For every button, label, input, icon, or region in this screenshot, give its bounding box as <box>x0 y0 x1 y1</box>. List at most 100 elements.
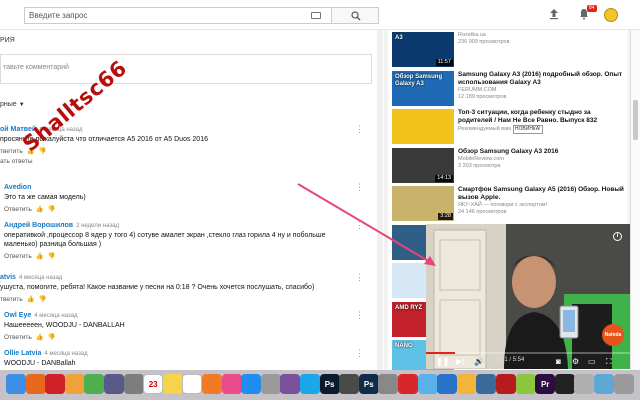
app-d-icon[interactable] <box>437 374 458 394</box>
dock-icon-label: Ps <box>324 379 335 389</box>
reply-button[interactable]: Ответить <box>4 206 32 213</box>
video-thumbnail[interactable] <box>392 109 454 144</box>
search-button[interactable] <box>331 7 379 24</box>
reply-button[interactable]: Ответить <box>4 334 32 341</box>
info-icon[interactable]: i <box>613 232 622 241</box>
comment-time[interactable]: 4 месяца назад <box>19 275 62 281</box>
app-i-icon[interactable] <box>594 374 614 394</box>
thumbs-down-icon[interactable]: 👎 <box>48 253 56 260</box>
viber-icon[interactable] <box>280 374 301 394</box>
ibooks-icon[interactable] <box>202 374 222 394</box>
comment-input[interactable]: тавьте комментарий <box>0 54 372 84</box>
keyboard-icon[interactable] <box>311 12 321 19</box>
mini-player[interactable]: i Nateda ❚❚ ▶| 🔊 0:51 / 5:54 ◙ ⚙ ▭ ⛶ <box>426 224 630 369</box>
creative-cloud-icon[interactable] <box>398 374 418 394</box>
comment-time[interactable]: 4 месяца назад <box>44 351 87 357</box>
settings-icon[interactable] <box>260 374 281 394</box>
app-f-icon[interactable] <box>515 374 536 394</box>
more-icon[interactable]: ⋮ <box>355 124 364 135</box>
recommended-video[interactable]: Обзор Samsung Galaxy A3 Samsung Galaxy A3… <box>392 70 624 107</box>
sketch-icon[interactable] <box>456 374 477 394</box>
comment-author[interactable]: Андрей Ворошилов <box>4 222 73 229</box>
avatar[interactable] <box>604 8 618 22</box>
app-h-icon[interactable] <box>574 374 595 394</box>
theater-icon[interactable]: ▭ <box>588 357 596 366</box>
upload-icon[interactable] <box>548 8 560 20</box>
app-e-icon[interactable] <box>476 374 497 394</box>
video-thumbnail[interactable]: Обзор Samsung Galaxy A3 <box>392 70 454 106</box>
video-duration: 11:57 <box>435 59 453 66</box>
comment-time[interactable]: 2 недели назад <box>76 223 119 229</box>
settings-icon[interactable]: ⚙ <box>572 357 579 366</box>
more-icon[interactable]: ⋮ <box>355 220 364 231</box>
app-b-icon[interactable] <box>123 374 144 394</box>
utility-icon[interactable] <box>378 374 399 394</box>
recommended-video[interactable]: A3 11:57 Rozetka.ua 236 009 просмотров <box>392 32 624 68</box>
comment-time[interactable]: 4 месяца назад <box>34 313 77 319</box>
video-title[interactable]: Топ-3 ситуации, когда ребенку стыдно за … <box>458 109 624 125</box>
chrome-icon[interactable] <box>84 374 105 394</box>
thumbs-down-icon[interactable]: 👎 <box>48 206 56 213</box>
app-c-icon[interactable] <box>339 374 360 394</box>
video-thumbnail[interactable]: 3:28 <box>392 186 454 221</box>
search-input[interactable] <box>25 8 331 23</box>
comment-author[interactable]: Owl Eye <box>4 312 31 319</box>
firefox-icon[interactable] <box>25 374 46 394</box>
pause-icon[interactable]: ❚❚ <box>436 357 449 366</box>
scrollbar-thumb[interactable] <box>633 100 638 140</box>
app-g-icon[interactable] <box>554 374 575 394</box>
recommended-video[interactable]: 14:13 Обзор Samsung Galaxy A3 2016 MobileR… <box>392 147 624 184</box>
recommended-video[interactable]: Топ-3 ситуации, когда ребенку стыдно за … <box>392 109 624 145</box>
app-a-icon[interactable] <box>104 374 124 394</box>
volume-icon[interactable]: 🔊 <box>474 357 484 366</box>
opera-icon[interactable] <box>45 374 66 394</box>
itunes-icon[interactable] <box>221 374 242 394</box>
photos-icon[interactable] <box>64 374 85 394</box>
finder-icon[interactable] <box>6 374 26 394</box>
filezilla-icon[interactable] <box>496 374 516 394</box>
video-info: Rozetka.ua 236 009 просмотров <box>458 32 624 46</box>
thumbs-up-icon[interactable]: 👍 <box>36 334 44 341</box>
video-title[interactable]: Смартфон Samsung Galaxy A5 (2016) Обзор.… <box>458 186 624 202</box>
photoshop-2-icon[interactable]: Ps <box>358 374 379 394</box>
trash-icon[interactable] <box>613 374 634 394</box>
video-channel: MobileReview.com <box>458 155 504 162</box>
calendar-icon[interactable]: 23 <box>143 374 164 394</box>
reply-button[interactable]: тветить <box>0 296 23 303</box>
comments-scrollbar[interactable] <box>377 30 383 370</box>
reply-button[interactable]: тветить <box>0 148 23 155</box>
new-badge: НОВИНКА! <box>512 125 543 134</box>
premiere-icon[interactable]: Pr <box>535 374 556 394</box>
more-icon[interactable]: ⋮ <box>355 272 364 283</box>
fullscreen-icon[interactable]: ⛶ <box>606 357 612 366</box>
thumbs-up-icon[interactable]: 👍 <box>36 206 44 213</box>
more-icon[interactable]: ⋮ <box>355 348 364 359</box>
next-icon[interactable]: ▶| <box>456 357 464 366</box>
thumbs-down-icon[interactable]: 👎 <box>39 296 47 303</box>
video-title[interactable]: Samsung Galaxy A3 (2016) подробный обзор… <box>458 71 624 87</box>
comment-author[interactable]: Ollie Latvia <box>4 350 41 357</box>
camera-icon[interactable]: ◙ <box>556 357 561 366</box>
cloud-icon[interactable] <box>417 374 438 394</box>
comment-author[interactable]: Avedion <box>4 184 31 191</box>
video-thumbnail[interactable]: 14:13 <box>392 147 454 183</box>
video-thumbnail[interactable]: A3 11:57 <box>392 32 454 67</box>
photoshop-icon[interactable]: Ps <box>319 374 340 394</box>
skype-icon[interactable] <box>300 374 320 394</box>
reminders-icon[interactable] <box>182 374 203 394</box>
sort-dropdown[interactable]: рные ▼ <box>0 101 25 108</box>
video-title[interactable]: Обзор Samsung Galaxy A3 2016 <box>458 148 624 156</box>
more-icon[interactable]: ⋮ <box>355 310 364 321</box>
show-replies-link[interactable]: ать ответы <box>0 158 372 165</box>
notes-icon[interactable] <box>162 374 183 394</box>
comment-text: Нашееееен, WOODJU - DANBALLAH <box>4 322 125 329</box>
comment-author[interactable]: atvis <box>0 274 16 281</box>
thumbs-up-icon[interactable]: 👍 <box>27 296 35 303</box>
recommended-video[interactable]: 3:28 Смартфон Samsung Galaxy A5 (2016) Об… <box>392 186 624 222</box>
thumbs-up-icon[interactable]: 👍 <box>36 253 44 260</box>
app-store-icon[interactable] <box>241 374 262 394</box>
reply-button[interactable]: Ответить <box>4 253 32 260</box>
more-icon[interactable]: ⋮ <box>355 182 364 193</box>
page-scrollbar[interactable] <box>630 30 640 370</box>
thumbs-down-icon[interactable]: 👎 <box>48 334 56 341</box>
